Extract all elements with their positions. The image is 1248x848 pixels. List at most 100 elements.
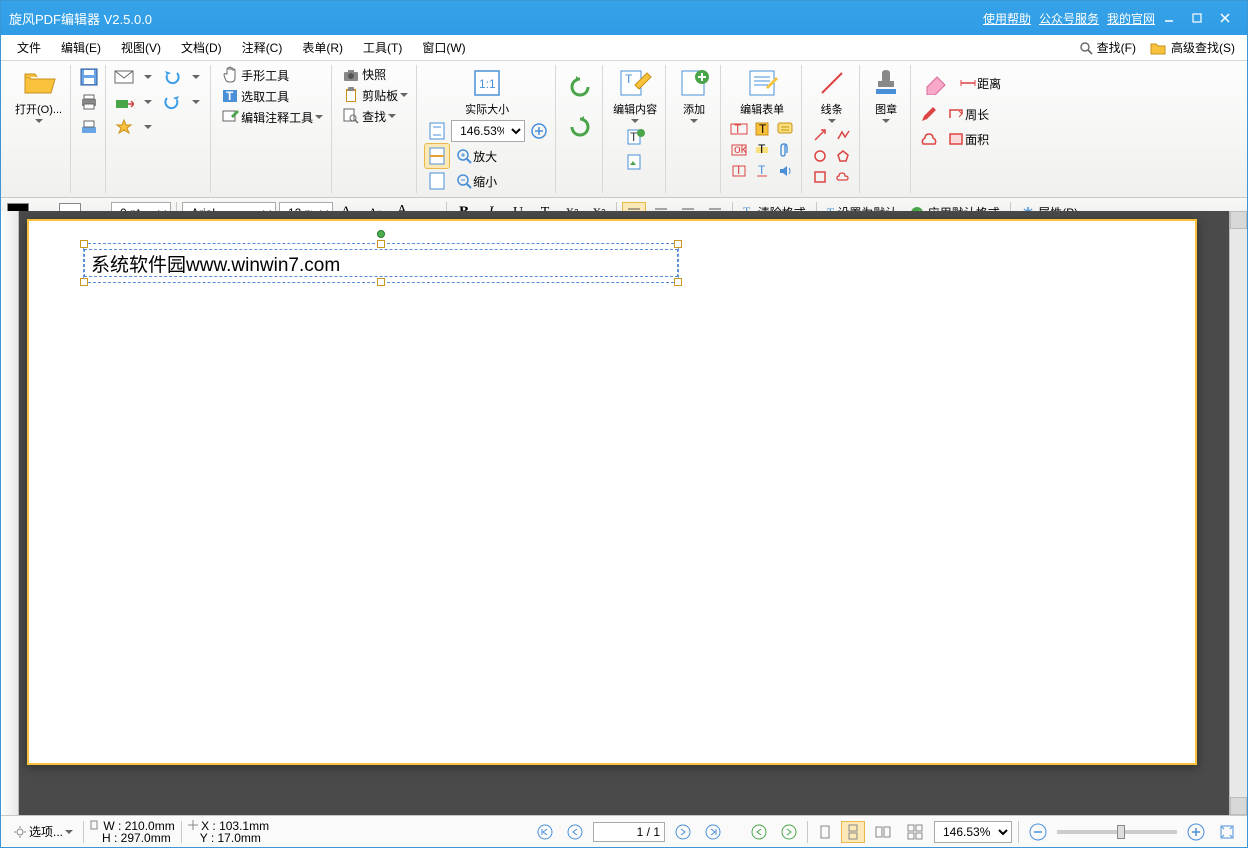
resize-handle-sw[interactable] — [80, 278, 88, 286]
pencil-button[interactable] — [917, 102, 941, 126]
continuous-facing-button[interactable] — [902, 822, 928, 842]
menu-form[interactable]: 表单(R) — [292, 36, 353, 60]
pentagon-button[interactable] — [833, 146, 853, 166]
text-box[interactable]: 系统软件园www.winwin7.com — [83, 243, 679, 283]
rotate-cw-button[interactable] — [562, 109, 598, 145]
attach-button[interactable] — [775, 140, 795, 160]
page[interactable]: 系统软件园www.winwin7.com — [27, 219, 1197, 765]
email-button[interactable] — [112, 65, 136, 89]
single-page-button[interactable] — [814, 822, 836, 842]
redo-dropdown[interactable] — [186, 92, 206, 112]
nav-back-button[interactable] — [747, 822, 771, 842]
resize-handle-s[interactable] — [377, 278, 385, 286]
zoom-in-status-button[interactable] — [1183, 821, 1209, 843]
distance-button[interactable]: 距离 — [955, 73, 1005, 94]
polyline-button[interactable] — [833, 125, 853, 145]
page-input[interactable] — [593, 822, 665, 842]
scroll-down-button[interactable] — [1230, 797, 1247, 815]
favorite-dropdown[interactable] — [138, 117, 158, 137]
form-checkbox-button[interactable]: T — [752, 119, 772, 139]
perimeter-button[interactable]: 周长 — [943, 104, 993, 125]
menu-window[interactable]: 窗口(W) — [412, 36, 475, 60]
zoom-plus-icon-button[interactable] — [527, 119, 551, 143]
wechat-link[interactable]: 公众号服务 — [1039, 10, 1099, 27]
scroll-up-button[interactable] — [1230, 211, 1247, 229]
line-tool-button[interactable]: 线条 — [812, 65, 852, 125]
edit-form-button[interactable]: 编辑表单 — [736, 65, 788, 119]
resize-handle-ne[interactable] — [674, 240, 682, 248]
minimize-button[interactable] — [1155, 7, 1183, 29]
website-link[interactable]: 我的官网 — [1107, 10, 1155, 27]
maximize-button[interactable] — [1183, 7, 1211, 29]
highlight-button[interactable]: T — [752, 140, 772, 160]
ribbon-find-button[interactable]: 查找 — [338, 106, 412, 126]
form-text-button[interactable]: T — [729, 119, 749, 139]
last-page-button[interactable] — [701, 822, 725, 842]
find-button[interactable]: 查找(F) — [1072, 37, 1142, 58]
underline-text-button[interactable]: T — [752, 161, 772, 181]
select-tool-button[interactable]: T 选取工具 — [217, 86, 327, 106]
menu-annotation[interactable]: 注释(C) — [232, 36, 293, 60]
menu-file[interactable]: 文件 — [7, 36, 51, 60]
print-button[interactable] — [77, 90, 101, 114]
circle-button[interactable] — [810, 146, 830, 166]
next-page-button[interactable] — [671, 822, 695, 842]
favorite-button[interactable] — [112, 115, 136, 139]
zoom-slider-thumb[interactable] — [1117, 825, 1125, 839]
zoom-out-status-button[interactable] — [1025, 821, 1051, 843]
edit-annotation-button[interactable]: 编辑注释工具 — [217, 107, 327, 127]
menu-view[interactable]: 视图(V) — [111, 36, 171, 60]
options-button[interactable]: 选项... — [9, 821, 77, 842]
resize-handle-n[interactable] — [377, 240, 385, 248]
export-button[interactable] — [112, 90, 136, 114]
status-zoom-combo[interactable]: 146.53% — [934, 821, 1012, 843]
stamp-button[interactable]: 图章 — [866, 65, 906, 125]
advanced-find-button[interactable]: 高级查找(S) — [1144, 37, 1241, 58]
form-list-button[interactable]: T — [729, 161, 749, 181]
rotate-ccw-button[interactable] — [562, 69, 598, 105]
prev-page-button[interactable] — [563, 822, 587, 842]
canvas[interactable]: 系统软件园www.winwin7.com — [19, 211, 1229, 815]
fit-visible-button[interactable] — [425, 169, 449, 193]
resize-handle-nw[interactable] — [80, 240, 88, 248]
edit-content-button[interactable]: T 编辑内容 — [609, 65, 661, 125]
save-button[interactable] — [77, 65, 101, 89]
help-link[interactable]: 使用帮助 — [983, 10, 1031, 27]
clipboard-button[interactable]: 剪贴板 — [338, 85, 412, 105]
sound-button[interactable] — [775, 161, 795, 181]
shape-button[interactable] — [917, 127, 941, 151]
text-content[interactable]: 系统软件园www.winwin7.com — [84, 249, 678, 277]
close-button[interactable] — [1211, 7, 1239, 29]
actual-size-button[interactable]: 1:1 实际大小 — [461, 65, 513, 119]
export-dropdown[interactable] — [138, 92, 158, 112]
arrow-button[interactable] — [810, 125, 830, 145]
cloud-button[interactable] — [833, 167, 853, 187]
redo-button[interactable] — [160, 90, 184, 114]
menu-tool[interactable]: 工具(T) — [353, 36, 412, 60]
first-page-button[interactable] — [533, 822, 557, 842]
email-dropdown[interactable] — [138, 67, 158, 87]
vertical-scrollbar[interactable] — [1229, 211, 1247, 815]
zoom-combo[interactable]: 146.53% — [451, 120, 525, 142]
zoom-slider[interactable] — [1057, 830, 1177, 834]
note-button[interactable] — [775, 119, 795, 139]
fit-width-button[interactable] — [425, 144, 449, 168]
undo-button[interactable] — [160, 65, 184, 89]
hand-tool-button[interactable]: 手形工具 — [217, 65, 327, 85]
add-button[interactable]: 添加 — [672, 65, 716, 125]
snapshot-button[interactable]: 快照 — [338, 65, 412, 84]
scan-button[interactable] — [77, 115, 101, 139]
add-image-button[interactable] — [624, 150, 648, 174]
add-text-button[interactable]: T — [624, 125, 648, 149]
open-button[interactable]: 打开(O)... — [11, 65, 66, 125]
eraser-button[interactable] — [917, 65, 953, 101]
undo-dropdown[interactable] — [186, 67, 206, 87]
rotate-handle[interactable] — [377, 230, 385, 238]
zoom-out-button[interactable]: 缩小 — [451, 170, 501, 192]
continuous-button[interactable] — [842, 822, 864, 842]
form-radio-button[interactable]: ok — [729, 140, 749, 160]
nav-forward-button[interactable] — [777, 822, 801, 842]
area-button[interactable]: 面积 — [943, 129, 993, 150]
fit-page-button[interactable] — [425, 119, 449, 143]
zoom-in-button[interactable]: 放大 — [451, 145, 501, 167]
